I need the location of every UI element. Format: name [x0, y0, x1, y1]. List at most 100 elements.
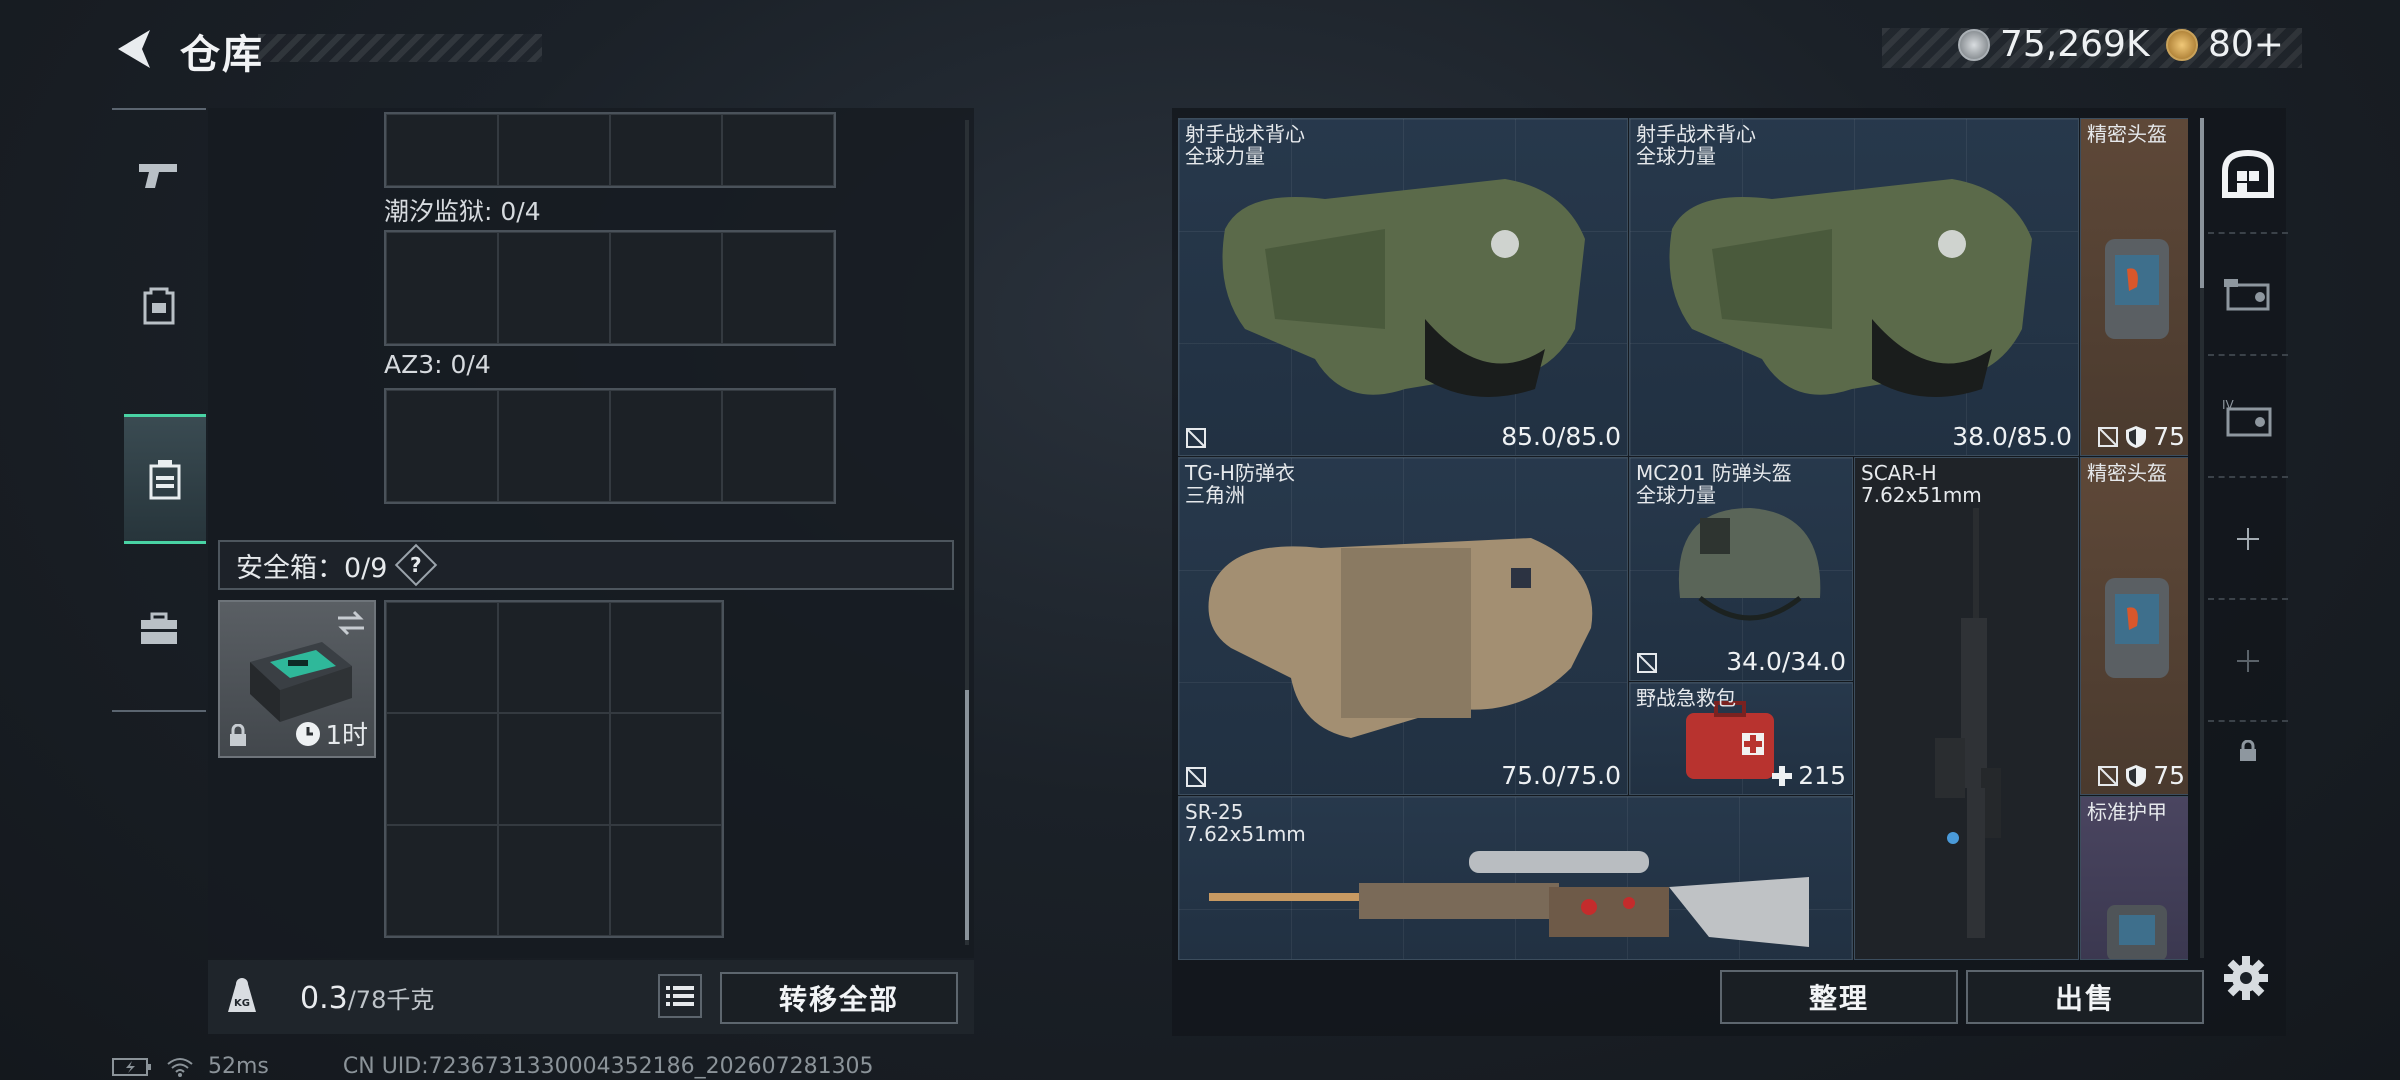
- category-items[interactable]: [112, 564, 206, 694]
- tactical-vest-image: [1222, 179, 1585, 397]
- stash-item[interactable]: 射手战术背心 全球力量 85.0/85.0: [1178, 118, 1628, 456]
- item-subtitle: 全球力量: [1636, 483, 1716, 507]
- armor-value: 75: [2153, 422, 2185, 451]
- stash-scrollbar[interactable]: [2200, 118, 2204, 958]
- stash-page-icon: [2224, 279, 2270, 311]
- currency-premium-value: 80+: [2208, 24, 2284, 65]
- item-subtitle: 7.62x51mm: [1185, 822, 1306, 846]
- stash-page-2[interactable]: [2208, 236, 2288, 356]
- stash-home-icon: [2222, 149, 2274, 198]
- list-view-button[interactable]: [658, 974, 702, 1018]
- stash-item[interactable]: 精密头盔 75: [2080, 457, 2188, 795]
- no-insurance-icon: [2098, 765, 2119, 786]
- stash-item[interactable]: MC201 防弹头盔 全球力量 34.0/34.0: [1629, 457, 1853, 681]
- add-stash-page-button[interactable]: [2208, 480, 2288, 600]
- stash-item[interactable]: 精密头盔 75: [2080, 118, 2188, 456]
- transfer-all-button[interactable]: 转移全部: [720, 972, 958, 1024]
- safebox-header: 安全箱：0/9 ?: [218, 540, 954, 590]
- uid-text: CN UID:7236731330004352186_202607281305: [342, 1054, 874, 1079]
- backpack-scrollbar[interactable]: [965, 120, 969, 945]
- item-name: 射手战术背心: [1185, 122, 1305, 146]
- title-decoration: [258, 34, 542, 62]
- page-title: 仓库: [180, 32, 264, 78]
- container-grid-az3[interactable]: [384, 388, 836, 504]
- weight-display: 0.3/78千克: [300, 980, 434, 1016]
- item-meta: 75: [2097, 761, 2185, 790]
- coin-icon: [1958, 28, 1990, 61]
- safebox-case-image: [250, 642, 352, 722]
- toolbox-icon: [141, 612, 177, 644]
- container-label-tide-prison: 潮汐监狱: 0/4: [384, 197, 541, 226]
- help-icon: ?: [410, 552, 423, 577]
- no-insurance-icon: [1186, 428, 1206, 448]
- currency-coins-value: 75,269K: [2000, 24, 2150, 65]
- safebox-case-item[interactable]: 1时: [218, 600, 376, 758]
- weight-max: /78千克: [347, 986, 435, 1014]
- shield-icon: [2126, 425, 2147, 448]
- status-line: 52ms CN UID:7236731330004352186_20260728…: [112, 1054, 874, 1079]
- back-arrow-icon[interactable]: [112, 26, 158, 72]
- category-containers[interactable]: [124, 414, 206, 544]
- stash-grid: 射手战术背心 全球力量 85.0/85.0 射手战术背心 全球力量 38.0/85.…: [1178, 118, 2188, 960]
- category-equipment[interactable]: [112, 240, 206, 370]
- currency-premium[interactable]: 80+: [2166, 24, 2284, 65]
- container-grid-top[interactable]: [384, 112, 836, 188]
- body-armor-image: [1208, 538, 1593, 738]
- item-name: 标准护甲: [2087, 800, 2167, 824]
- item-name: TG-H防弹衣: [1185, 461, 1295, 485]
- currency-coins[interactable]: 75,269K: [1958, 24, 2150, 65]
- plus-icon: [2237, 528, 2259, 550]
- item-name: 精密头盔: [2087, 122, 2167, 146]
- svg-text:KG: KG: [234, 998, 250, 1009]
- item-subtitle: 7.62x51mm: [1861, 483, 1982, 507]
- help-button[interactable]: ?: [395, 543, 438, 587]
- stash-page-rail: IV: [2208, 116, 2288, 778]
- category-weapons[interactable]: [112, 110, 206, 240]
- stash-item[interactable]: 射手战术背心 全球力量 38.0/85.0: [1629, 118, 2079, 456]
- container-grid-tide-prison[interactable]: [384, 230, 836, 346]
- list-icon: [666, 986, 694, 1006]
- item-durability: 85.0/85.0: [1501, 422, 1621, 451]
- gold-coin-icon: [2166, 28, 2198, 61]
- ballistic-helmet-image: [1678, 508, 1821, 621]
- stash-page-main[interactable]: [2208, 116, 2288, 234]
- item-durability: 34.0/34.0: [1726, 647, 1846, 676]
- shield-icon: [2126, 764, 2147, 787]
- stash-item[interactable]: 野战急救包 215: [1629, 682, 1853, 795]
- battery-icon: [112, 1057, 151, 1076]
- first-aid-kit-image: [1686, 701, 1774, 779]
- sort-button[interactable]: 整理: [1720, 970, 1958, 1024]
- safebox-label: 安全箱：0/9: [236, 552, 388, 584]
- item-name: MC201 防弹头盔: [1636, 461, 1792, 485]
- safebox-grid[interactable]: [384, 600, 724, 938]
- backpack-icon: [143, 287, 175, 325]
- no-insurance-icon: [1637, 653, 1657, 673]
- item-subtitle: 全球力量: [1185, 144, 1265, 168]
- stash-item[interactable]: SR-25 7.62x51mm: [1178, 796, 1853, 960]
- wifi-icon: [167, 1057, 193, 1077]
- item-name-block: SR-25 7.62x51mm: [1185, 801, 1306, 845]
- item-durability: 75.0/75.0: [1501, 761, 1621, 790]
- sell-button[interactable]: 出售: [1966, 970, 2204, 1024]
- stash-page-4[interactable]: IV: [2208, 358, 2288, 478]
- container-label-az3: AZ3: 0/4: [384, 350, 491, 379]
- settings-gear-icon[interactable]: [2222, 954, 2270, 1002]
- item-subtitle: 全球力量: [1636, 144, 1716, 168]
- weight-kg-icon: KG: [228, 978, 256, 1012]
- item-name-block: SCAR-H 7.62x51mm: [1861, 462, 1982, 506]
- stash-item[interactable]: SCAR-H 7.62x51mm: [1854, 457, 2079, 960]
- backpack-scrollbar-thumb[interactable]: [965, 690, 969, 940]
- plus-icon: [2237, 650, 2259, 672]
- rifle-scar-image: [1935, 508, 2001, 938]
- item-name-block: MC201 防弹头盔 全球力量: [1636, 462, 1792, 506]
- lock-icon: [2240, 740, 2256, 761]
- category-rail: [112, 108, 206, 712]
- stash-scrollbar-thumb[interactable]: [2200, 118, 2204, 288]
- item-name: SR-25: [1185, 800, 1244, 824]
- item-name-block: 射手战术背心 全球力量: [1185, 123, 1305, 167]
- stash-item[interactable]: TG-H防弹衣 三角洲 75.0/75.0: [1178, 457, 1628, 795]
- stash-item[interactable]: 标准护甲: [2080, 796, 2188, 960]
- tactical-vest-image: [1669, 179, 2032, 397]
- item-subtitle: 三角洲: [1185, 483, 1245, 507]
- locked-stash-page: [2208, 724, 2288, 778]
